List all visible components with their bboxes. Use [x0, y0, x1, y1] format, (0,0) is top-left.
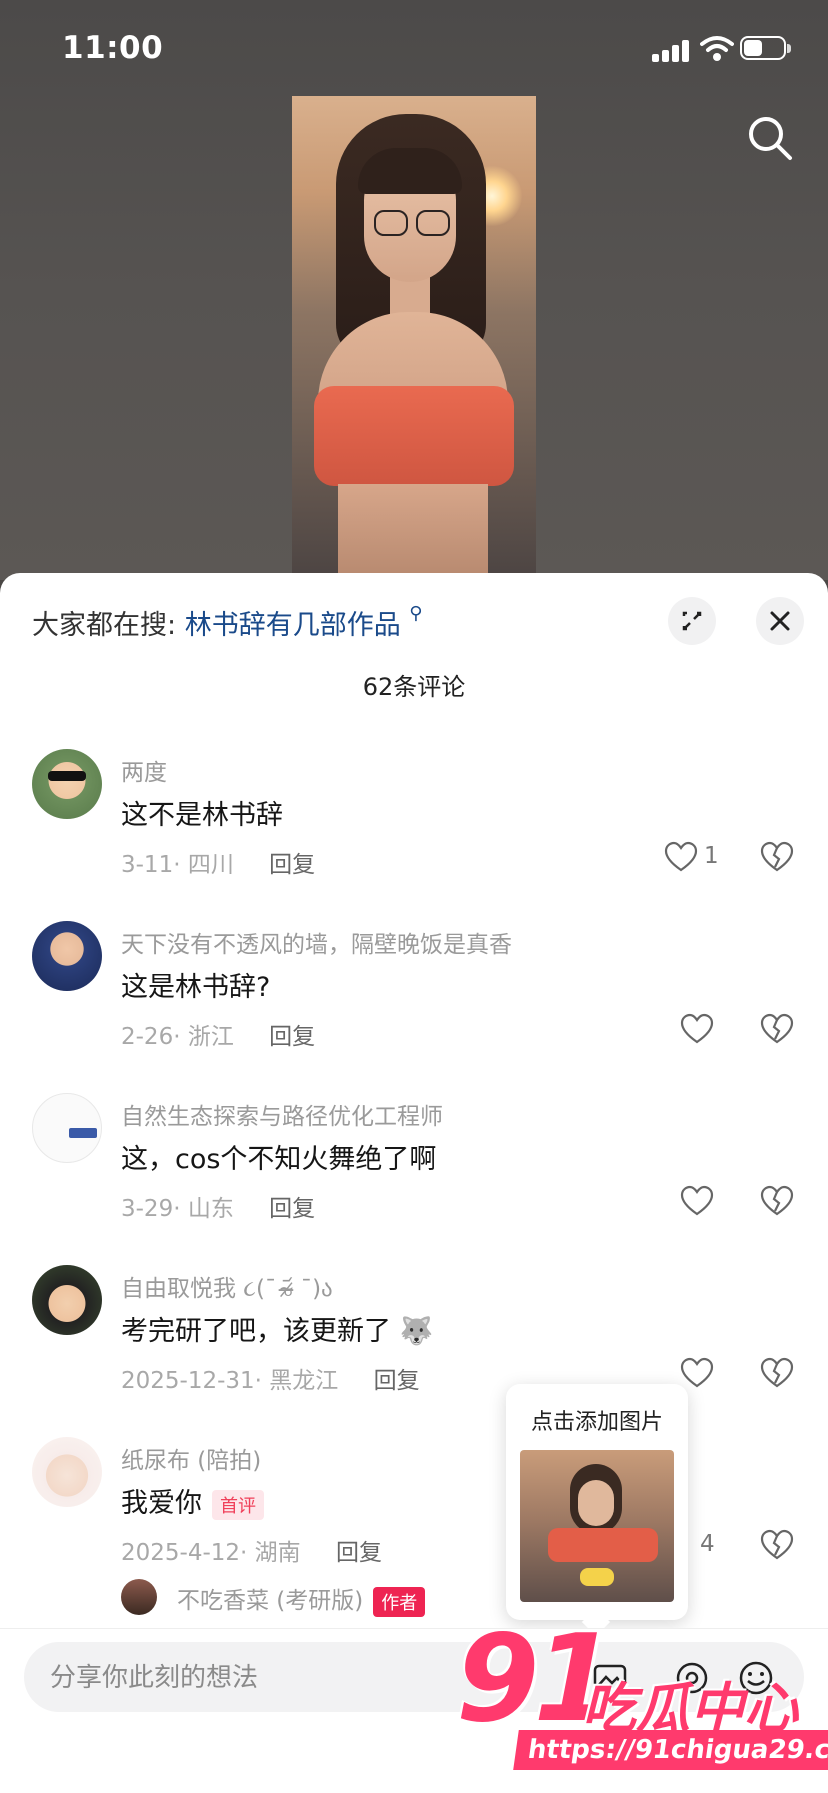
video-figure-top: [314, 386, 514, 486]
comment-author[interactable]: 天下没有不透风的墙，隔壁晚饭是真香: [121, 925, 512, 959]
avatar[interactable]: [32, 749, 102, 819]
comment-author[interactable]: 自由取悦我 ૮(¯ ₒ̴̶̷᷄ ¯)ა: [121, 1269, 333, 1303]
comment-sheet: 大家都在搜: 林书辞有几部作品 ⚲ 62条评论 两度 这不是林书辞 3-11· …: [0, 573, 828, 1792]
trending-prefix: 大家都在搜:: [32, 610, 177, 641]
comment-date: 3-11: [121, 852, 174, 878]
reply-author-name: 不吃香菜 (考研版): [177, 1588, 364, 1614]
reply-button[interactable]: 回复: [336, 1540, 382, 1566]
like-count: 4: [700, 1531, 715, 1557]
comment-location: 山东: [187, 1196, 234, 1222]
watermark-url: https://91chigua29.com: [513, 1730, 828, 1770]
comment-author[interactable]: 自然生态探索与路径优化工程师: [121, 1097, 443, 1131]
trending-query-link[interactable]: 林书辞有几部作品: [185, 610, 401, 641]
first-comment-badge: 首评: [212, 1489, 264, 1520]
comments-count: 62条评论: [362, 673, 466, 701]
glasses-left: [374, 210, 408, 236]
comment-meta: 3-11· 四川 回复: [121, 852, 316, 878]
avatar[interactable]: [32, 1093, 102, 1163]
like-icon[interactable]: [680, 1357, 714, 1389]
comment-date: 2025-12-31: [121, 1368, 255, 1394]
comment-location: 四川: [187, 852, 234, 878]
comment-meta: 3-29· 山东 回复: [121, 1196, 316, 1222]
broken-heart-icon[interactable]: [760, 841, 794, 873]
wifi-icon: [700, 36, 734, 61]
like-count: 1: [704, 843, 719, 869]
reply-button[interactable]: 回复: [374, 1368, 420, 1394]
signal-icon: [652, 38, 692, 62]
search-icon[interactable]: [744, 112, 796, 164]
avatar[interactable]: [32, 1265, 102, 1335]
expand-icon: [682, 611, 702, 631]
author-badge: 作者: [373, 1586, 426, 1617]
status-time: 11:00: [62, 30, 164, 66]
comment-meta: 2025-12-31· 黑龙江 回复: [121, 1368, 420, 1394]
comment-text-content: 考完研了吧，该更新了: [121, 1316, 391, 1347]
comment-text: 我爱你 首评: [121, 1481, 264, 1520]
comment-author[interactable]: 纸尿布 (陪拍): [121, 1441, 261, 1475]
comment-text: 这，cos个不知火舞绝了啊: [121, 1144, 437, 1175]
comment-location: 湖南: [254, 1540, 301, 1566]
like-icon[interactable]: [680, 1013, 714, 1045]
glasses-right: [416, 210, 450, 236]
video-figure-waist: [338, 484, 488, 576]
expand-button[interactable]: [668, 597, 716, 645]
broken-heart-icon[interactable]: [760, 1013, 794, 1045]
like-icon[interactable]: [664, 841, 698, 873]
comment-meta: 2-26· 浙江 回复: [121, 1024, 316, 1050]
avatar[interactable]: [32, 921, 102, 991]
like-icon[interactable]: [680, 1185, 714, 1217]
reply-button[interactable]: 回复: [269, 852, 315, 878]
comment-text: 这不是林书辞: [121, 800, 283, 831]
reply-button[interactable]: 回复: [269, 1196, 315, 1222]
status-bar: 11:00: [0, 0, 828, 100]
comment-author[interactable]: 两度: [121, 753, 167, 787]
comment-text-content: 我爱你: [121, 1488, 202, 1519]
popover-title: 点击添加图片: [530, 1410, 663, 1435]
comment-location: 黑龙江: [269, 1368, 339, 1394]
avatar[interactable]: [121, 1579, 157, 1615]
reply-author: 不吃香菜 (考研版) 作者: [177, 1581, 426, 1617]
close-button[interactable]: [756, 597, 804, 645]
video-figure-bangs: [358, 148, 462, 194]
comment-text: 考完研了吧，该更新了 🐺: [121, 1309, 433, 1348]
reply-button[interactable]: 回复: [269, 1024, 315, 1050]
broken-heart-icon[interactable]: [760, 1529, 794, 1561]
comment-location: 浙江: [187, 1024, 234, 1050]
broken-heart-icon[interactable]: [760, 1357, 794, 1389]
trending-search[interactable]: 大家都在搜: 林书辞有几部作品 ⚲: [32, 603, 422, 642]
broken-heart-icon[interactable]: [760, 1185, 794, 1217]
video-frame[interactable]: [292, 96, 536, 576]
image-thumbnail[interactable]: [520, 1450, 674, 1602]
add-image-popover[interactable]: 点击添加图片: [506, 1384, 688, 1637]
magnifier-icon: ⚲: [409, 603, 423, 624]
comment-meta: 2025-4-12· 湖南 回复: [121, 1540, 382, 1566]
comment-text: 这是林书辞?: [121, 972, 271, 1003]
close-icon: [770, 611, 790, 631]
comment-date: 2-26: [121, 1024, 174, 1050]
avatar[interactable]: [32, 1437, 102, 1507]
comment-date: 3-29: [121, 1196, 174, 1222]
wolf-emoji-icon: 🐺: [399, 1316, 434, 1347]
battery-icon: [740, 36, 792, 62]
comment-date: 2025-4-12: [121, 1540, 241, 1566]
watermark-logo: 91 吃瓜中心 https://91chigua29.com: [456, 1620, 828, 1790]
